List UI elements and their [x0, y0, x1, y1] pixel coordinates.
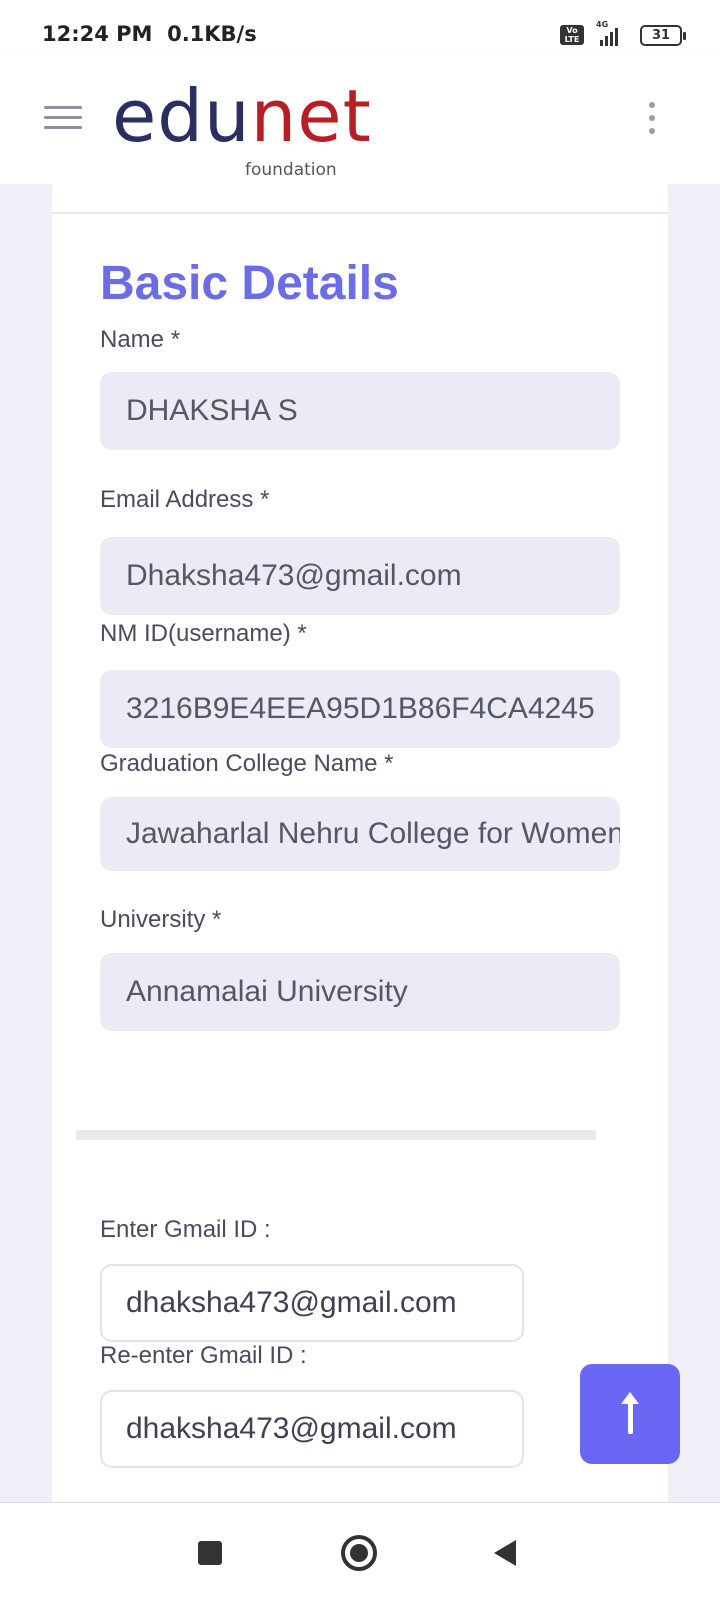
college-field[interactable]: Jawaharlal Nehru College for Women	[100, 797, 620, 871]
divider	[52, 212, 668, 214]
edunet-logo[interactable]: edunet foundation	[112, 78, 371, 180]
scroll-to-top-button[interactable]	[580, 1364, 680, 1464]
name-field[interactable]: DHAKSHA S	[100, 372, 620, 450]
section-title: Basic Details	[100, 257, 399, 310]
network-speed: 0.1KB/s	[167, 22, 257, 46]
nm-id-label: NM ID(username) *	[100, 620, 307, 647]
gmail-input[interactable]: dhaksha473@gmail.com	[100, 1264, 524, 1342]
gmail-confirm-input[interactable]: dhaksha473@gmail.com	[100, 1390, 524, 1468]
battery-level: 31	[651, 27, 671, 43]
gmail-label: Enter Gmail ID :	[100, 1216, 271, 1243]
email-label: Email Address *	[100, 486, 270, 513]
home-icon[interactable]	[341, 1535, 377, 1571]
email-field[interactable]: Dhaksha473@gmail.com	[100, 537, 620, 615]
status-time: 12:24 PM 0.1KB/s	[42, 22, 257, 46]
signal-icon: 4G	[594, 20, 630, 48]
nm-id-field[interactable]: 3216B9E4EEA95D1B86F4CA4245	[100, 670, 620, 748]
status-icons: Vo LTE 4G 31	[560, 20, 686, 48]
university-field[interactable]: Annamalai University	[100, 953, 620, 1031]
university-label: University *	[100, 906, 222, 933]
hamburger-icon[interactable]	[44, 104, 82, 132]
recents-icon[interactable]	[198, 1541, 222, 1565]
kebab-icon[interactable]	[646, 102, 658, 136]
logo-wordmark: edunet	[112, 74, 372, 158]
logo-subtitle: foundation	[245, 160, 337, 180]
clock: 12:24 PM	[42, 22, 153, 46]
section-divider	[76, 1130, 596, 1140]
college-label: Graduation College Name *	[100, 750, 394, 777]
system-nav-bar	[0, 1502, 720, 1600]
name-label: Name *	[100, 326, 181, 353]
form-card: Basic Details Name * DHAKSHA S Email Add…	[52, 184, 668, 1502]
battery-icon: 31	[640, 24, 686, 46]
volte-icon: Vo LTE	[560, 25, 584, 45]
back-icon[interactable]	[494, 1540, 516, 1566]
app-header: edunet foundation	[0, 56, 720, 184]
gmail-confirm-label: Re-enter Gmail ID :	[100, 1342, 307, 1369]
